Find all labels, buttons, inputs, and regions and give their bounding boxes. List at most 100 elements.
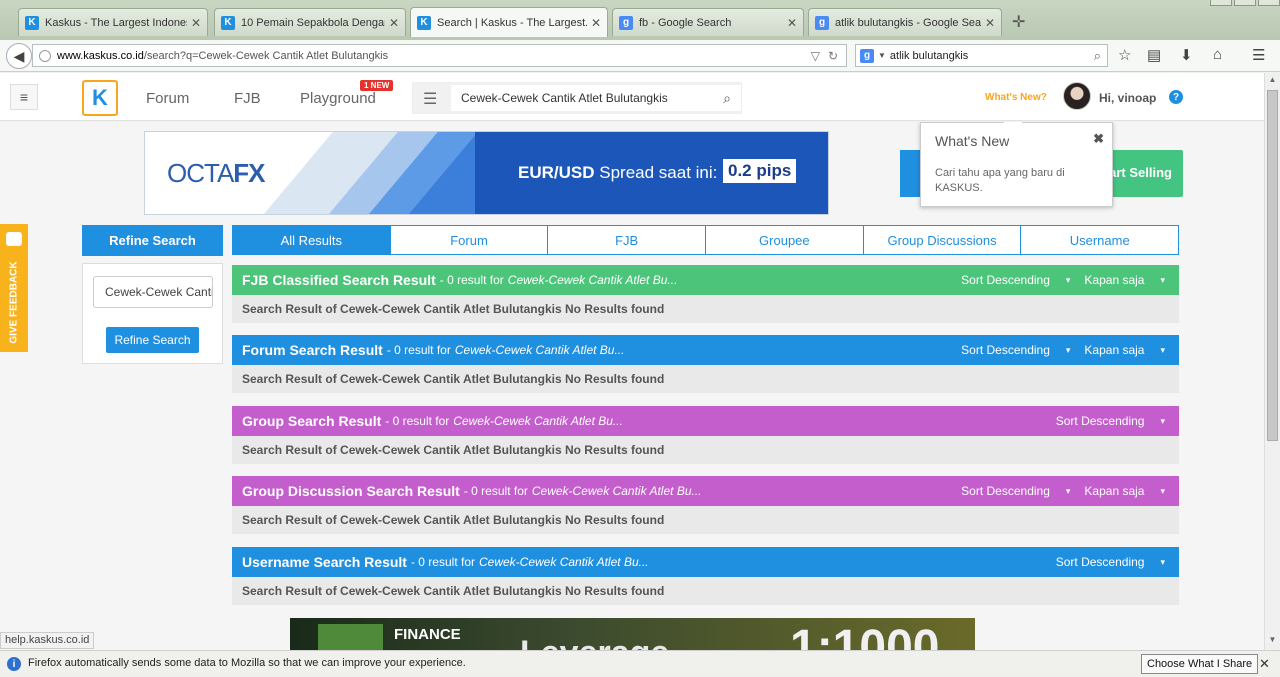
- notification-message: Firefox automatically sends some data to…: [28, 657, 466, 669]
- result-query: Cewek-Cewek Cantik Atlet Bu...: [453, 414, 623, 428]
- chevron-down-icon[interactable]: ▾: [1160, 416, 1165, 427]
- dropdown-arrow-icon[interactable]: ▽: [811, 49, 820, 63]
- chevron-down-icon[interactable]: ▾: [1066, 486, 1071, 497]
- chevron-down-icon[interactable]: ▾: [1160, 345, 1165, 356]
- kaskus-logo[interactable]: K: [82, 80, 118, 116]
- close-tab-icon[interactable]: ✕: [985, 16, 995, 30]
- chevron-down-icon[interactable]: ▾: [1066, 345, 1071, 356]
- browser-tab[interactable]: K 10 Pemain Sepakbola Dengan... ✕: [214, 8, 406, 36]
- scrollbar-thumb[interactable]: [1267, 90, 1278, 441]
- menu-icon[interactable]: ☰: [1252, 46, 1265, 64]
- banner-value: 0.2 pips: [723, 159, 797, 183]
- browser-tab[interactable]: K Kaskus - The Largest Indones... ✕: [18, 8, 208, 36]
- category-menu-icon[interactable]: ☰: [423, 89, 437, 109]
- minimize-icon[interactable]: [1210, 0, 1232, 6]
- site-search-value[interactable]: Cewek-Cewek Cantik Atlet Bulutangkis: [461, 91, 723, 105]
- new-tab-icon[interactable]: ✛: [1012, 12, 1025, 32]
- refine-search-button[interactable]: Refine Search: [106, 327, 199, 353]
- user-greeting[interactable]: Hi, vinoap: [1099, 91, 1156, 105]
- reload-icon[interactable]: ↻: [828, 49, 838, 63]
- browser-search-box[interactable]: g ▼ atlik bulutangkis ⌕: [855, 44, 1108, 67]
- vertical-scrollbar[interactable]: ▲ ▼: [1264, 73, 1280, 650]
- section-header: Username Search Result - 0 result for Ce…: [232, 547, 1179, 577]
- nav-forum[interactable]: Forum: [146, 90, 189, 107]
- tab-group-discussions[interactable]: Group Discussions: [864, 226, 1022, 254]
- chevron-down-icon[interactable]: ▾: [1066, 275, 1071, 286]
- sort-dropdown[interactable]: Sort Descending: [961, 484, 1050, 498]
- bookmark-star-icon[interactable]: ☆: [1118, 46, 1131, 64]
- section-title: Username Search Result: [242, 554, 407, 570]
- time-filter-dropdown[interactable]: Kapan saja: [1084, 273, 1144, 287]
- browser-tab[interactable]: g atlik bulutangkis - Google Sea... ✕: [808, 8, 1002, 36]
- sort-dropdown[interactable]: Sort Descending: [961, 343, 1050, 357]
- back-arrow-icon[interactable]: ◀: [6, 43, 32, 69]
- section-title: Group Discussion Search Result: [242, 483, 460, 499]
- sort-dropdown[interactable]: Sort Descending: [1056, 414, 1145, 428]
- fjb-result-section: FJB Classified Search Result - 0 result …: [232, 265, 1179, 323]
- tab-username[interactable]: Username: [1021, 226, 1178, 254]
- hamburger-menu-icon[interactable]: ≡: [10, 84, 38, 110]
- give-feedback-tab[interactable]: GIVE FEEDBACK: [0, 224, 28, 352]
- browser-tab-active[interactable]: K Search | Kaskus - The Largest... ✕: [410, 7, 608, 37]
- site-search-input[interactable]: Cewek-Cewek Cantik Atlet Bulutangkis ⌕: [451, 85, 741, 111]
- close-tab-icon[interactable]: ✕: [591, 16, 601, 30]
- close-icon[interactable]: ✕: [1259, 656, 1270, 672]
- tab-forum[interactable]: Forum: [391, 226, 549, 254]
- close-window-icon[interactable]: [1258, 0, 1280, 6]
- browser-tab-title: fb - Google Search: [639, 16, 732, 29]
- tab-fjb[interactable]: FJB: [548, 226, 707, 254]
- browser-tab-title: Search | Kaskus - The Largest...: [437, 16, 587, 29]
- help-icon[interactable]: ?: [1169, 90, 1183, 104]
- result-count: - 0 result for: [386, 343, 451, 357]
- chevron-down-icon[interactable]: ▾: [1160, 486, 1165, 497]
- refine-search-input[interactable]: Cewek-Cewek Cantik Atlet Bulutangkis: [93, 276, 213, 308]
- bookmarks-list-icon[interactable]: ▤: [1147, 46, 1161, 64]
- time-filter-dropdown[interactable]: Kapan saja: [1084, 343, 1144, 357]
- address-bar[interactable]: www.kaskus.co.id/search?q=Cewek-Cewek Ca…: [32, 44, 847, 67]
- section-body: Search Result of Cewek-Cewek Cantik Atle…: [232, 295, 1179, 323]
- finance-banner-ad[interactable]: FINANCE Leverage 1:1000: [290, 618, 975, 650]
- kaskus-favicon-icon: K: [25, 15, 39, 30]
- refine-search-panel: Cewek-Cewek Cantik Atlet Bulutangkis Ref…: [82, 263, 223, 364]
- scroll-up-icon[interactable]: ▲: [1267, 75, 1278, 88]
- browser-search-value[interactable]: atlik bulutangkis: [890, 50, 1094, 62]
- result-query: Cewek-Cewek Cantik Atlet Bu...: [454, 343, 625, 357]
- close-tab-icon[interactable]: ✕: [191, 16, 201, 30]
- whats-new-link[interactable]: What's New?: [985, 92, 1047, 103]
- choose-what-i-share-button[interactable]: Choose What I Share: [1141, 654, 1259, 674]
- url-text: www.kaskus.co.id/search?q=Cewek-Cewek Ca…: [57, 49, 389, 62]
- magnifier-icon[interactable]: ⌕: [1094, 48, 1101, 64]
- nav-fjb[interactable]: FJB: [234, 90, 261, 107]
- chevron-down-icon[interactable]: ▾: [1160, 557, 1165, 568]
- nav-playground[interactable]: Playground: [300, 90, 376, 107]
- home-icon[interactable]: ⌂: [1213, 46, 1222, 63]
- section-title: FJB Classified Search Result: [242, 272, 436, 288]
- octafx-banner-ad[interactable]: OCTAFX EUR/USD Spread saat ini: 0.2 pips: [144, 131, 829, 215]
- maximize-icon[interactable]: [1234, 0, 1256, 6]
- close-tab-icon[interactable]: ✕: [787, 16, 797, 30]
- new-badge: 1 NEW: [360, 80, 394, 91]
- time-filter-dropdown[interactable]: Kapan saja: [1084, 484, 1144, 498]
- google-engine-icon[interactable]: g: [860, 48, 874, 63]
- site-identity-icon[interactable]: [39, 49, 51, 62]
- sort-dropdown[interactable]: Sort Descending: [961, 273, 1050, 287]
- scroll-down-icon[interactable]: ▼: [1267, 635, 1278, 648]
- section-body: Search Result of Cewek-Cewek Cantik Atle…: [232, 577, 1179, 605]
- popover-title: What's New: [935, 133, 1010, 149]
- username-result-section: Username Search Result - 0 result for Ce…: [232, 547, 1179, 605]
- engine-dropdown-icon[interactable]: ▼: [878, 51, 886, 60]
- downloads-icon[interactable]: ⬇: [1180, 46, 1193, 64]
- close-tab-icon[interactable]: ✕: [389, 16, 399, 30]
- feedback-label: GIVE FEEDBACK: [8, 261, 20, 344]
- popover-caret: [1003, 122, 1023, 132]
- tab-groupee[interactable]: Groupee: [706, 226, 864, 254]
- kaskus-favicon-icon: K: [221, 15, 235, 30]
- search-page: OCTAFX EUR/USD Spread saat ini: 0.2 pips…: [0, 122, 1264, 650]
- sort-dropdown[interactable]: Sort Descending: [1056, 555, 1145, 569]
- close-icon[interactable]: ✖: [1093, 131, 1104, 147]
- search-icon[interactable]: ⌕: [723, 90, 731, 107]
- chevron-down-icon[interactable]: ▾: [1160, 275, 1165, 286]
- avatar[interactable]: [1063, 82, 1091, 110]
- tab-all-results[interactable]: All Results: [233, 226, 391, 254]
- browser-tab[interactable]: g fb - Google Search ✕: [612, 8, 804, 36]
